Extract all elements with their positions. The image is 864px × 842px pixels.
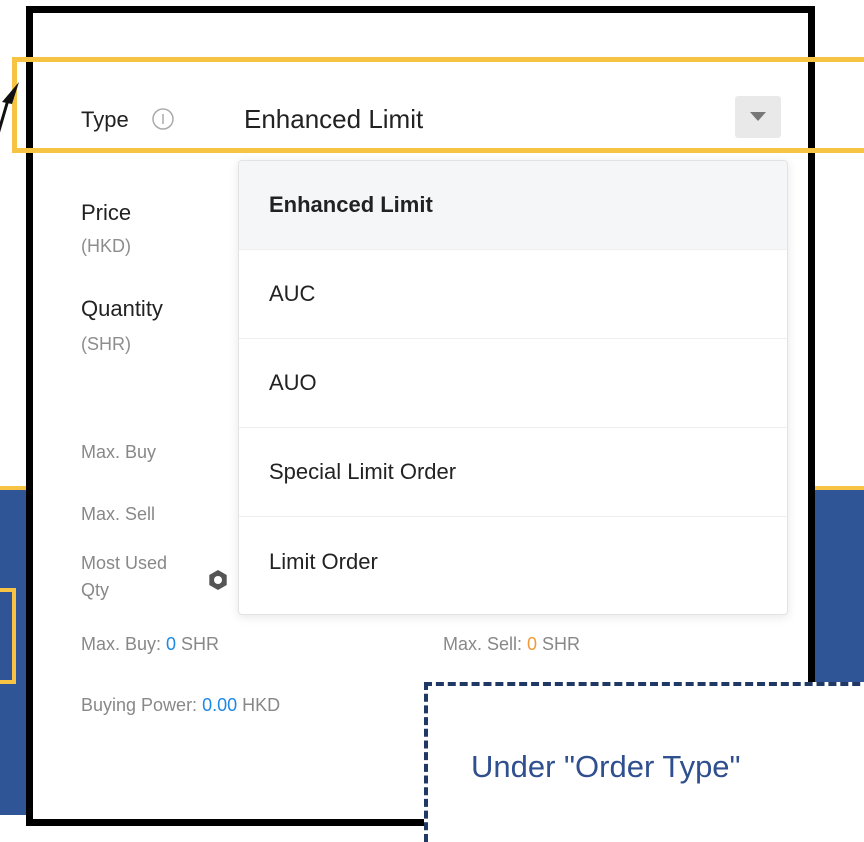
buying-power-unit: HKD [237, 695, 281, 715]
max-sell-summary: Max. Sell: 0 SHR [443, 634, 580, 655]
buying-power-summary: Buying Power: 0.00 HKD [81, 695, 280, 716]
quantity-unit: (SHR) [81, 334, 131, 354]
price-label: Price [81, 200, 132, 225]
order-type-dropdown-menu: Enhanced Limit AUC AUO Special Limit Ord… [238, 160, 788, 615]
settings-icon[interactable] [206, 568, 230, 592]
buying-power-value: 0.00 [202, 695, 238, 715]
price-unit: (HKD) [81, 236, 131, 256]
callout-text: Under "Order Type" [471, 749, 741, 784]
option-auc[interactable]: AUC [239, 250, 787, 339]
option-limit-order[interactable]: Limit Order [239, 517, 787, 606]
max-sell-summary-unit: SHR [537, 634, 581, 654]
max-buy-label: Max. Buy [81, 442, 157, 462]
option-enhanced-limit[interactable]: Enhanced Limit [239, 161, 787, 250]
type-row-highlight [12, 57, 864, 153]
max-sell-summary-prefix: Max. Sell: [443, 634, 528, 654]
buying-power-prefix: Buying Power: [81, 695, 203, 715]
arrow-icon [0, 82, 19, 133]
max-sell-label: Max. Sell [81, 504, 156, 524]
max-buy-summary-prefix: Max. Buy: [81, 634, 167, 654]
quantity-label: Quantity [81, 296, 163, 321]
option-auo[interactable]: AUO [239, 339, 787, 428]
left-highlight-mark [0, 588, 16, 684]
option-special-limit-order[interactable]: Special Limit Order [239, 428, 787, 517]
max-sell-value: 0 [527, 634, 538, 654]
max-buy-summary: Max. Buy: 0 SHR [81, 634, 219, 655]
most-used-label-qty: Qty [81, 580, 110, 600]
most-used-label: Most Used [81, 553, 168, 573]
max-buy-summary-unit: SHR [176, 634, 220, 654]
max-buy-value: 0 [166, 634, 177, 654]
